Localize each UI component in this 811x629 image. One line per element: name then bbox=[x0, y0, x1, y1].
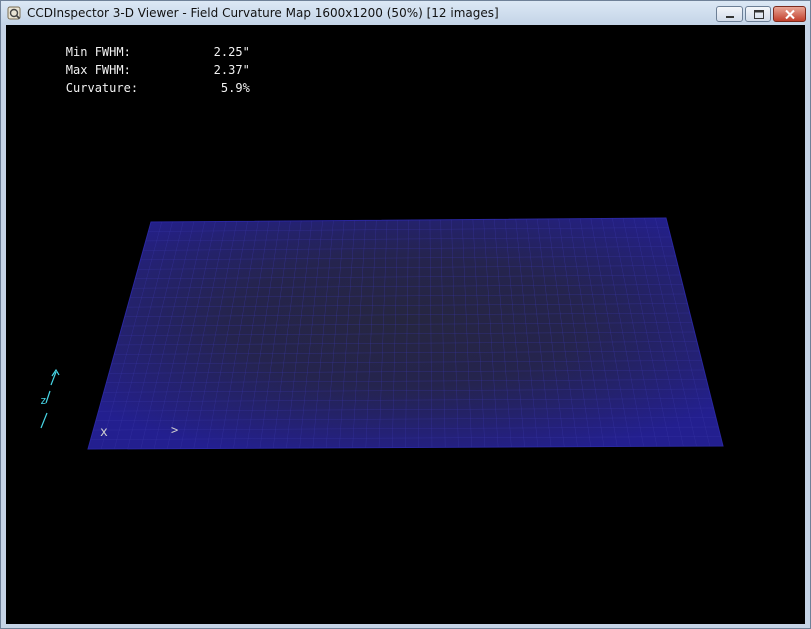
3d-viewport[interactable]: z x > Min FWHM: 2.25" Max FWHM: 2.37" Curv… bbox=[6, 25, 805, 624]
stat-min-fwhm: Min FWHM: 2.25" bbox=[65, 45, 250, 59]
telescope-icon bbox=[7, 6, 21, 20]
maximize-button[interactable] bbox=[745, 6, 771, 22]
viewer-window: CCDInspector 3-D Viewer - Field Curvatur… bbox=[0, 0, 811, 629]
close-icon bbox=[785, 9, 795, 20]
close-button[interactable] bbox=[773, 6, 806, 22]
maximize-icon bbox=[754, 10, 764, 19]
axis-label-z: z bbox=[40, 394, 47, 407]
window-title: CCDInspector 3-D Viewer - Field Curvatur… bbox=[27, 6, 499, 20]
surface-plane bbox=[87, 217, 724, 450]
minimize-icon bbox=[726, 16, 734, 18]
axis-label-x: x bbox=[100, 425, 108, 440]
fwhm-stats-panel: Min FWHM: 2.25" Max FWHM: 2.37" Curvature:… bbox=[8, 25, 250, 95]
title-bar[interactable]: CCDInspector 3-D Viewer - Field Curvatur… bbox=[1, 1, 810, 25]
field-curvature-surface[interactable]: z x > bbox=[6, 25, 805, 624]
axis-label-y: > bbox=[171, 423, 178, 437]
minimize-button[interactable] bbox=[716, 6, 743, 22]
